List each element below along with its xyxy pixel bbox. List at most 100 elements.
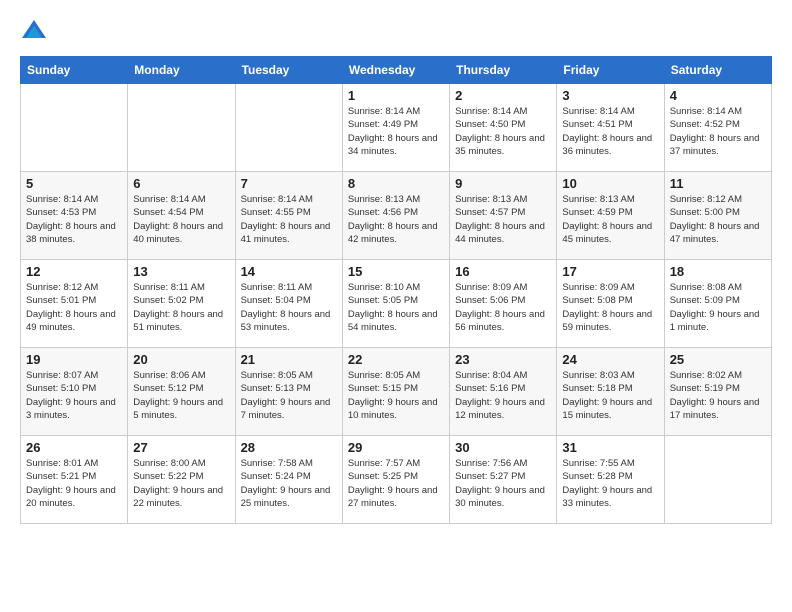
- day-number: 27: [133, 440, 229, 455]
- week-row-4: 26 Sunrise: 8:01 AM Sunset: 5:21 PM Dayli…: [21, 436, 772, 524]
- calendar-cell: 20 Sunrise: 8:06 AM Sunset: 5:12 PM Dayli…: [128, 348, 235, 436]
- calendar-header: SundayMondayTuesdayWednesdayThursdayFrid…: [21, 57, 772, 84]
- day-info: Sunrise: 8:01 AM Sunset: 5:21 PM Dayligh…: [26, 457, 122, 510]
- calendar-cell: 15Sunrise: 8:10 AM Sunset: 5:05 PM Dayli…: [342, 260, 449, 348]
- day-info: Sunrise: 8:13 AM Sunset: 4:56 PM Dayligh…: [348, 193, 444, 246]
- header: [20, 16, 772, 44]
- calendar-cell: 24 Sunrise: 8:03 AM Sunset: 5:18 PM Dayli…: [557, 348, 664, 436]
- day-info: Sunrise: 8:08 AM Sunset: 5:09 PM Dayligh…: [670, 281, 766, 334]
- week-row-3: 19 Sunrise: 8:07 AM Sunset: 5:10 PM Dayli…: [21, 348, 772, 436]
- day-info: Sunrise: 8:00 AM Sunset: 5:22 PM Dayligh…: [133, 457, 229, 510]
- day-info: Sunrise: 8:03 AM Sunset: 5:18 PM Dayligh…: [562, 369, 658, 422]
- day-info: Sunrise: 8:07 AM Sunset: 5:10 PM Dayligh…: [26, 369, 122, 422]
- day-number: 19: [26, 352, 122, 367]
- day-number: 31: [562, 440, 658, 455]
- calendar-cell: 12Sunrise: 8:12 AM Sunset: 5:01 PM Dayli…: [21, 260, 128, 348]
- day-number: 14: [241, 264, 337, 279]
- calendar-cell: 21 Sunrise: 8:05 AM Sunset: 5:13 PM Dayli…: [235, 348, 342, 436]
- day-info: Sunrise: 7:55 AM Sunset: 5:28 PM Dayligh…: [562, 457, 658, 510]
- day-info: Sunrise: 8:10 AM Sunset: 5:05 PM Dayligh…: [348, 281, 444, 334]
- day-number: 16: [455, 264, 551, 279]
- day-info: Sunrise: 8:12 AM Sunset: 5:00 PM Dayligh…: [670, 193, 766, 246]
- day-number: 10: [562, 176, 658, 191]
- calendar-cell: 28Sunrise: 7:58 AM Sunset: 5:24 PM Dayli…: [235, 436, 342, 524]
- calendar-cell: 1 Sunrise: 8:14 AM Sunset: 4:49 PM Daylig…: [342, 84, 449, 172]
- day-number: 13: [133, 264, 229, 279]
- week-row-1: 5Sunrise: 8:14 AM Sunset: 4:53 PM Daylig…: [21, 172, 772, 260]
- calendar-cell: 27 Sunrise: 8:00 AM Sunset: 5:22 PM Dayli…: [128, 436, 235, 524]
- day-info: Sunrise: 8:05 AM Sunset: 5:13 PM Dayligh…: [241, 369, 337, 422]
- day-info: Sunrise: 8:14 AM Sunset: 4:50 PM Dayligh…: [455, 105, 551, 158]
- day-number: 8: [348, 176, 444, 191]
- logo: [20, 16, 52, 44]
- day-info: Sunrise: 8:02 AM Sunset: 5:19 PM Dayligh…: [670, 369, 766, 422]
- calendar-cell: 30 Sunrise: 7:56 AM Sunset: 5:27 PM Dayli…: [450, 436, 557, 524]
- calendar-cell: 9 Sunrise: 8:13 AM Sunset: 4:57 PM Daylig…: [450, 172, 557, 260]
- calendar-cell: 4Sunrise: 8:14 AM Sunset: 4:52 PM Daylig…: [664, 84, 771, 172]
- weekday-header-tuesday: Tuesday: [235, 57, 342, 84]
- day-number: 29: [348, 440, 444, 455]
- day-number: 22: [348, 352, 444, 367]
- day-number: 24: [562, 352, 658, 367]
- calendar-cell: 8 Sunrise: 8:13 AM Sunset: 4:56 PM Daylig…: [342, 172, 449, 260]
- calendar-cell: [664, 436, 771, 524]
- calendar-cell: 7 Sunrise: 8:14 AM Sunset: 4:55 PM Daylig…: [235, 172, 342, 260]
- weekday-row: SundayMondayTuesdayWednesdayThursdayFrid…: [21, 57, 772, 84]
- calendar-cell: 19 Sunrise: 8:07 AM Sunset: 5:10 PM Dayli…: [21, 348, 128, 436]
- week-row-2: 12Sunrise: 8:12 AM Sunset: 5:01 PM Dayli…: [21, 260, 772, 348]
- day-info: Sunrise: 8:09 AM Sunset: 5:06 PM Dayligh…: [455, 281, 551, 334]
- page: SundayMondayTuesdayWednesdayThursdayFrid…: [0, 0, 792, 612]
- calendar-cell: 18 Sunrise: 8:08 AM Sunset: 5:09 PM Dayli…: [664, 260, 771, 348]
- day-info: Sunrise: 8:14 AM Sunset: 4:53 PM Dayligh…: [26, 193, 122, 246]
- day-number: 7: [241, 176, 337, 191]
- day-number: 17: [562, 264, 658, 279]
- calendar-cell: 5Sunrise: 8:14 AM Sunset: 4:53 PM Daylig…: [21, 172, 128, 260]
- day-number: 18: [670, 264, 766, 279]
- day-number: 9: [455, 176, 551, 191]
- calendar-cell: 31 Sunrise: 7:55 AM Sunset: 5:28 PM Dayli…: [557, 436, 664, 524]
- day-info: Sunrise: 7:57 AM Sunset: 5:25 PM Dayligh…: [348, 457, 444, 510]
- calendar-cell: 3 Sunrise: 8:14 AM Sunset: 4:51 PM Daylig…: [557, 84, 664, 172]
- day-info: Sunrise: 8:06 AM Sunset: 5:12 PM Dayligh…: [133, 369, 229, 422]
- day-number: 11: [670, 176, 766, 191]
- calendar-cell: 14Sunrise: 8:11 AM Sunset: 5:04 PM Dayli…: [235, 260, 342, 348]
- day-number: 26: [26, 440, 122, 455]
- day-number: 20: [133, 352, 229, 367]
- weekday-header-thursday: Thursday: [450, 57, 557, 84]
- day-number: 4: [670, 88, 766, 103]
- weekday-header-sunday: Sunday: [21, 57, 128, 84]
- day-number: 6: [133, 176, 229, 191]
- calendar-cell: 11 Sunrise: 8:12 AM Sunset: 5:00 PM Dayli…: [664, 172, 771, 260]
- calendar-cell: 22 Sunrise: 8:05 AM Sunset: 5:15 PM Dayli…: [342, 348, 449, 436]
- weekday-header-monday: Monday: [128, 57, 235, 84]
- calendar-cell: 26 Sunrise: 8:01 AM Sunset: 5:21 PM Dayli…: [21, 436, 128, 524]
- day-info: Sunrise: 8:13 AM Sunset: 4:59 PM Dayligh…: [562, 193, 658, 246]
- day-info: Sunrise: 8:14 AM Sunset: 4:51 PM Dayligh…: [562, 105, 658, 158]
- calendar-cell: 25 Sunrise: 8:02 AM Sunset: 5:19 PM Dayli…: [664, 348, 771, 436]
- day-info: Sunrise: 7:56 AM Sunset: 5:27 PM Dayligh…: [455, 457, 551, 510]
- day-number: 30: [455, 440, 551, 455]
- day-info: Sunrise: 8:14 AM Sunset: 4:49 PM Dayligh…: [348, 105, 444, 158]
- day-info: Sunrise: 8:11 AM Sunset: 5:02 PM Dayligh…: [133, 281, 229, 334]
- day-number: 21: [241, 352, 337, 367]
- day-info: Sunrise: 8:05 AM Sunset: 5:15 PM Dayligh…: [348, 369, 444, 422]
- weekday-header-wednesday: Wednesday: [342, 57, 449, 84]
- calendar-body: 1 Sunrise: 8:14 AM Sunset: 4:49 PM Daylig…: [21, 84, 772, 524]
- day-number: 3: [562, 88, 658, 103]
- calendar-table: SundayMondayTuesdayWednesdayThursdayFrid…: [20, 56, 772, 524]
- day-info: Sunrise: 7:58 AM Sunset: 5:24 PM Dayligh…: [241, 457, 337, 510]
- day-info: Sunrise: 8:04 AM Sunset: 5:16 PM Dayligh…: [455, 369, 551, 422]
- day-number: 25: [670, 352, 766, 367]
- week-row-0: 1 Sunrise: 8:14 AM Sunset: 4:49 PM Daylig…: [21, 84, 772, 172]
- calendar-cell: 2Sunrise: 8:14 AM Sunset: 4:50 PM Daylig…: [450, 84, 557, 172]
- calendar-cell: 23Sunrise: 8:04 AM Sunset: 5:16 PM Dayli…: [450, 348, 557, 436]
- day-number: 1: [348, 88, 444, 103]
- calendar-cell: 29 Sunrise: 7:57 AM Sunset: 5:25 PM Dayli…: [342, 436, 449, 524]
- calendar-cell: 6Sunrise: 8:14 AM Sunset: 4:54 PM Daylig…: [128, 172, 235, 260]
- day-info: Sunrise: 8:13 AM Sunset: 4:57 PM Dayligh…: [455, 193, 551, 246]
- calendar-cell: [235, 84, 342, 172]
- logo-icon: [20, 16, 48, 44]
- day-info: Sunrise: 8:14 AM Sunset: 4:55 PM Dayligh…: [241, 193, 337, 246]
- calendar-cell: 10 Sunrise: 8:13 AM Sunset: 4:59 PM Dayli…: [557, 172, 664, 260]
- calendar-cell: 17Sunrise: 8:09 AM Sunset: 5:08 PM Dayli…: [557, 260, 664, 348]
